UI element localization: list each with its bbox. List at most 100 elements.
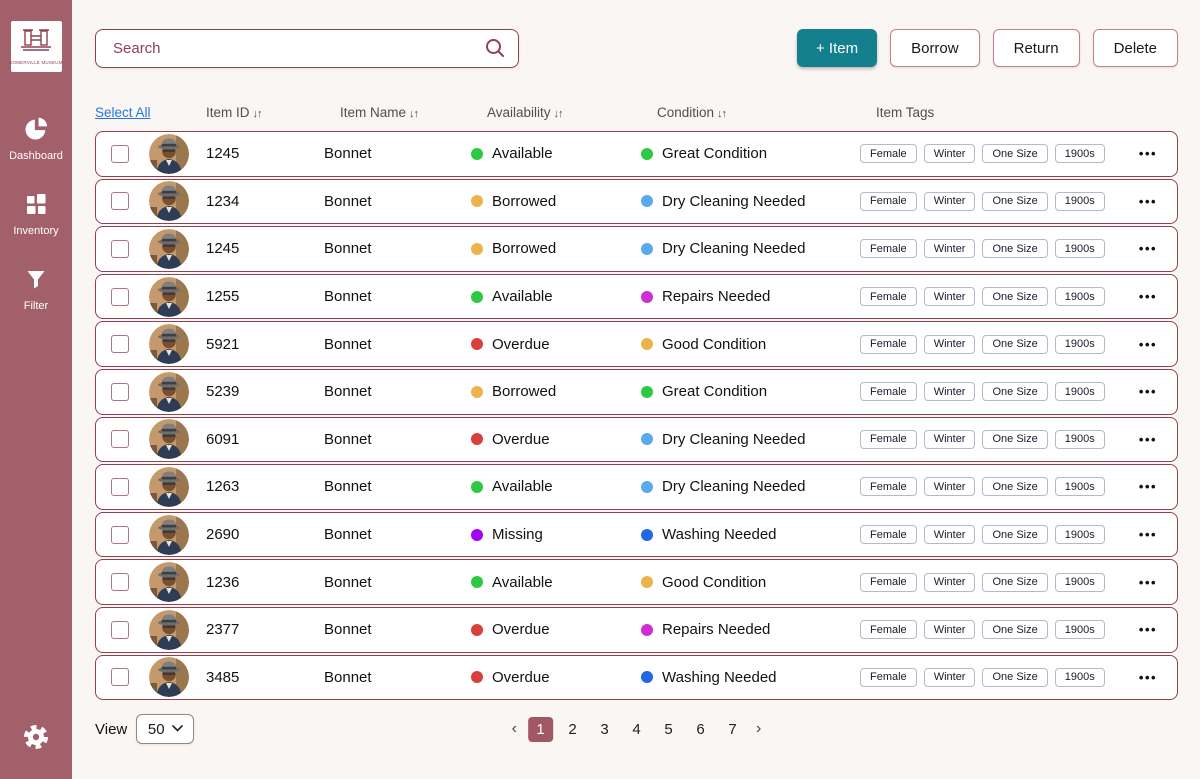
column-header-condition[interactable]: Condition↓↑ bbox=[657, 105, 876, 120]
item-avatar bbox=[149, 229, 189, 269]
item-id: 2690 bbox=[189, 526, 324, 543]
row-menu-button[interactable]: ••• bbox=[1119, 289, 1177, 304]
sort-icon: ↓↑ bbox=[409, 108, 418, 120]
row-menu-button[interactable]: ••• bbox=[1119, 432, 1177, 447]
row-menu-button[interactable]: ••• bbox=[1119, 670, 1177, 685]
row-checkbox[interactable] bbox=[111, 288, 129, 306]
pagination: ‹ 1234567 › bbox=[508, 717, 766, 742]
sidebar-item-dashboard[interactable]: Dashboard bbox=[0, 114, 72, 162]
row-menu-button[interactable]: ••• bbox=[1119, 479, 1177, 494]
item-avatar bbox=[149, 134, 189, 174]
tag-list: FemaleWinterOne Size1900s bbox=[860, 668, 1119, 687]
item-avatar bbox=[149, 562, 189, 602]
sidebar-item-label: Filter bbox=[24, 300, 48, 312]
return-button[interactable]: Return bbox=[993, 29, 1080, 67]
row-checkbox[interactable] bbox=[111, 192, 129, 210]
column-header-item-id[interactable]: Item ID↓↑ bbox=[206, 105, 340, 120]
availability-cell: Overdue bbox=[471, 431, 641, 448]
condition-label: Great Condition bbox=[662, 383, 767, 400]
page-button-1[interactable]: 1 bbox=[528, 717, 553, 742]
item-tag: 1900s bbox=[1055, 192, 1105, 211]
app-logo[interactable]: SOMERVILLE MUSEUM bbox=[11, 21, 62, 72]
page-button-6[interactable]: 6 bbox=[688, 717, 713, 742]
page-size-select[interactable]: 50 bbox=[136, 714, 194, 744]
item-tag: Female bbox=[860, 192, 917, 211]
chevron-down-icon bbox=[172, 724, 183, 734]
sidebar-item-inventory[interactable]: Inventory bbox=[0, 189, 72, 237]
row-menu-button[interactable]: ••• bbox=[1119, 337, 1177, 352]
row-checkbox[interactable] bbox=[111, 335, 129, 353]
page-button-4[interactable]: 4 bbox=[624, 717, 649, 742]
tag-list: FemaleWinterOne Size1900s bbox=[860, 287, 1119, 306]
condition-cell: Great Condition bbox=[641, 383, 860, 400]
add-item-button[interactable]: + Item bbox=[797, 29, 877, 67]
sidebar-item-filter[interactable]: Filter bbox=[0, 264, 72, 312]
row-checkbox[interactable] bbox=[111, 573, 129, 591]
item-tag: Winter bbox=[924, 335, 976, 354]
page-button-7[interactable]: 7 bbox=[720, 717, 745, 742]
item-tag: 1900s bbox=[1055, 620, 1105, 639]
page-button-5[interactable]: 5 bbox=[656, 717, 681, 742]
tag-list: FemaleWinterOne Size1900s bbox=[860, 525, 1119, 544]
search-input[interactable] bbox=[95, 29, 519, 68]
item-tag: 1900s bbox=[1055, 144, 1105, 163]
sort-icon: ↓↑ bbox=[717, 108, 726, 120]
item-tag: One Size bbox=[982, 382, 1047, 401]
item-tag: Female bbox=[860, 620, 917, 639]
availability-cell: Available bbox=[471, 145, 641, 162]
row-menu-button[interactable]: ••• bbox=[1119, 575, 1177, 590]
table-row: 1245 Bonnet Available Great Condition Fe… bbox=[95, 131, 1178, 177]
column-header-availability[interactable]: Availability↓↑ bbox=[487, 105, 657, 120]
logo-text: SOMERVILLE MUSEUM bbox=[9, 60, 62, 65]
page-button-2[interactable]: 2 bbox=[560, 717, 585, 742]
item-avatar bbox=[149, 277, 189, 317]
row-menu-button[interactable]: ••• bbox=[1119, 194, 1177, 209]
tag-list: FemaleWinterOne Size1900s bbox=[860, 620, 1119, 639]
row-checkbox[interactable] bbox=[111, 383, 129, 401]
item-avatar bbox=[149, 181, 189, 221]
availability-dot bbox=[471, 433, 483, 445]
column-header-item-name[interactable]: Item Name↓↑ bbox=[340, 105, 487, 120]
item-tag: Winter bbox=[924, 573, 976, 592]
row-menu-button[interactable]: ••• bbox=[1119, 241, 1177, 256]
main-content: + Item Borrow Return Delete Select All I… bbox=[72, 0, 1200, 779]
availability-label: Overdue bbox=[492, 621, 550, 638]
item-tag: 1900s bbox=[1055, 525, 1105, 544]
search-box bbox=[95, 29, 519, 68]
page-button-3[interactable]: 3 bbox=[592, 717, 617, 742]
prev-page-button[interactable]: ‹ bbox=[508, 720, 521, 738]
condition-dot bbox=[641, 433, 653, 445]
row-menu-button[interactable]: ••• bbox=[1119, 527, 1177, 542]
item-tag: Winter bbox=[924, 287, 976, 306]
borrow-button[interactable]: Borrow bbox=[890, 29, 980, 67]
row-checkbox[interactable] bbox=[111, 240, 129, 258]
row-menu-button[interactable]: ••• bbox=[1119, 384, 1177, 399]
delete-button[interactable]: Delete bbox=[1093, 29, 1178, 67]
row-checkbox[interactable] bbox=[111, 478, 129, 496]
item-tag: Winter bbox=[924, 477, 976, 496]
condition-dot bbox=[641, 576, 653, 588]
select-all-link[interactable]: Select All bbox=[95, 105, 151, 120]
search-icon[interactable] bbox=[484, 37, 506, 64]
table-row: 1236 Bonnet Available Good Condition Fem… bbox=[95, 559, 1178, 605]
next-page-button[interactable]: › bbox=[752, 720, 765, 738]
row-checkbox[interactable] bbox=[111, 668, 129, 686]
item-tag: Female bbox=[860, 668, 917, 687]
table-row: 1255 Bonnet Available Repairs Needed Fem… bbox=[95, 274, 1178, 320]
condition-cell: Dry Cleaning Needed bbox=[641, 478, 860, 495]
row-checkbox[interactable] bbox=[111, 430, 129, 448]
row-checkbox[interactable] bbox=[111, 621, 129, 639]
item-name: Bonnet bbox=[324, 145, 471, 162]
item-tag: Winter bbox=[924, 239, 976, 258]
sidebar-item-label: Dashboard bbox=[9, 150, 63, 162]
row-checkbox[interactable] bbox=[111, 526, 129, 544]
table-row: 2377 Bonnet Overdue Repairs Needed Femal… bbox=[95, 607, 1178, 653]
item-avatar bbox=[149, 372, 189, 412]
settings-button[interactable] bbox=[0, 722, 72, 757]
row-menu-button[interactable]: ••• bbox=[1119, 146, 1177, 161]
row-menu-button[interactable]: ••• bbox=[1119, 622, 1177, 637]
row-checkbox[interactable] bbox=[111, 145, 129, 163]
condition-dot bbox=[641, 195, 653, 207]
condition-label: Good Condition bbox=[662, 336, 766, 353]
funnel-icon bbox=[24, 264, 48, 294]
